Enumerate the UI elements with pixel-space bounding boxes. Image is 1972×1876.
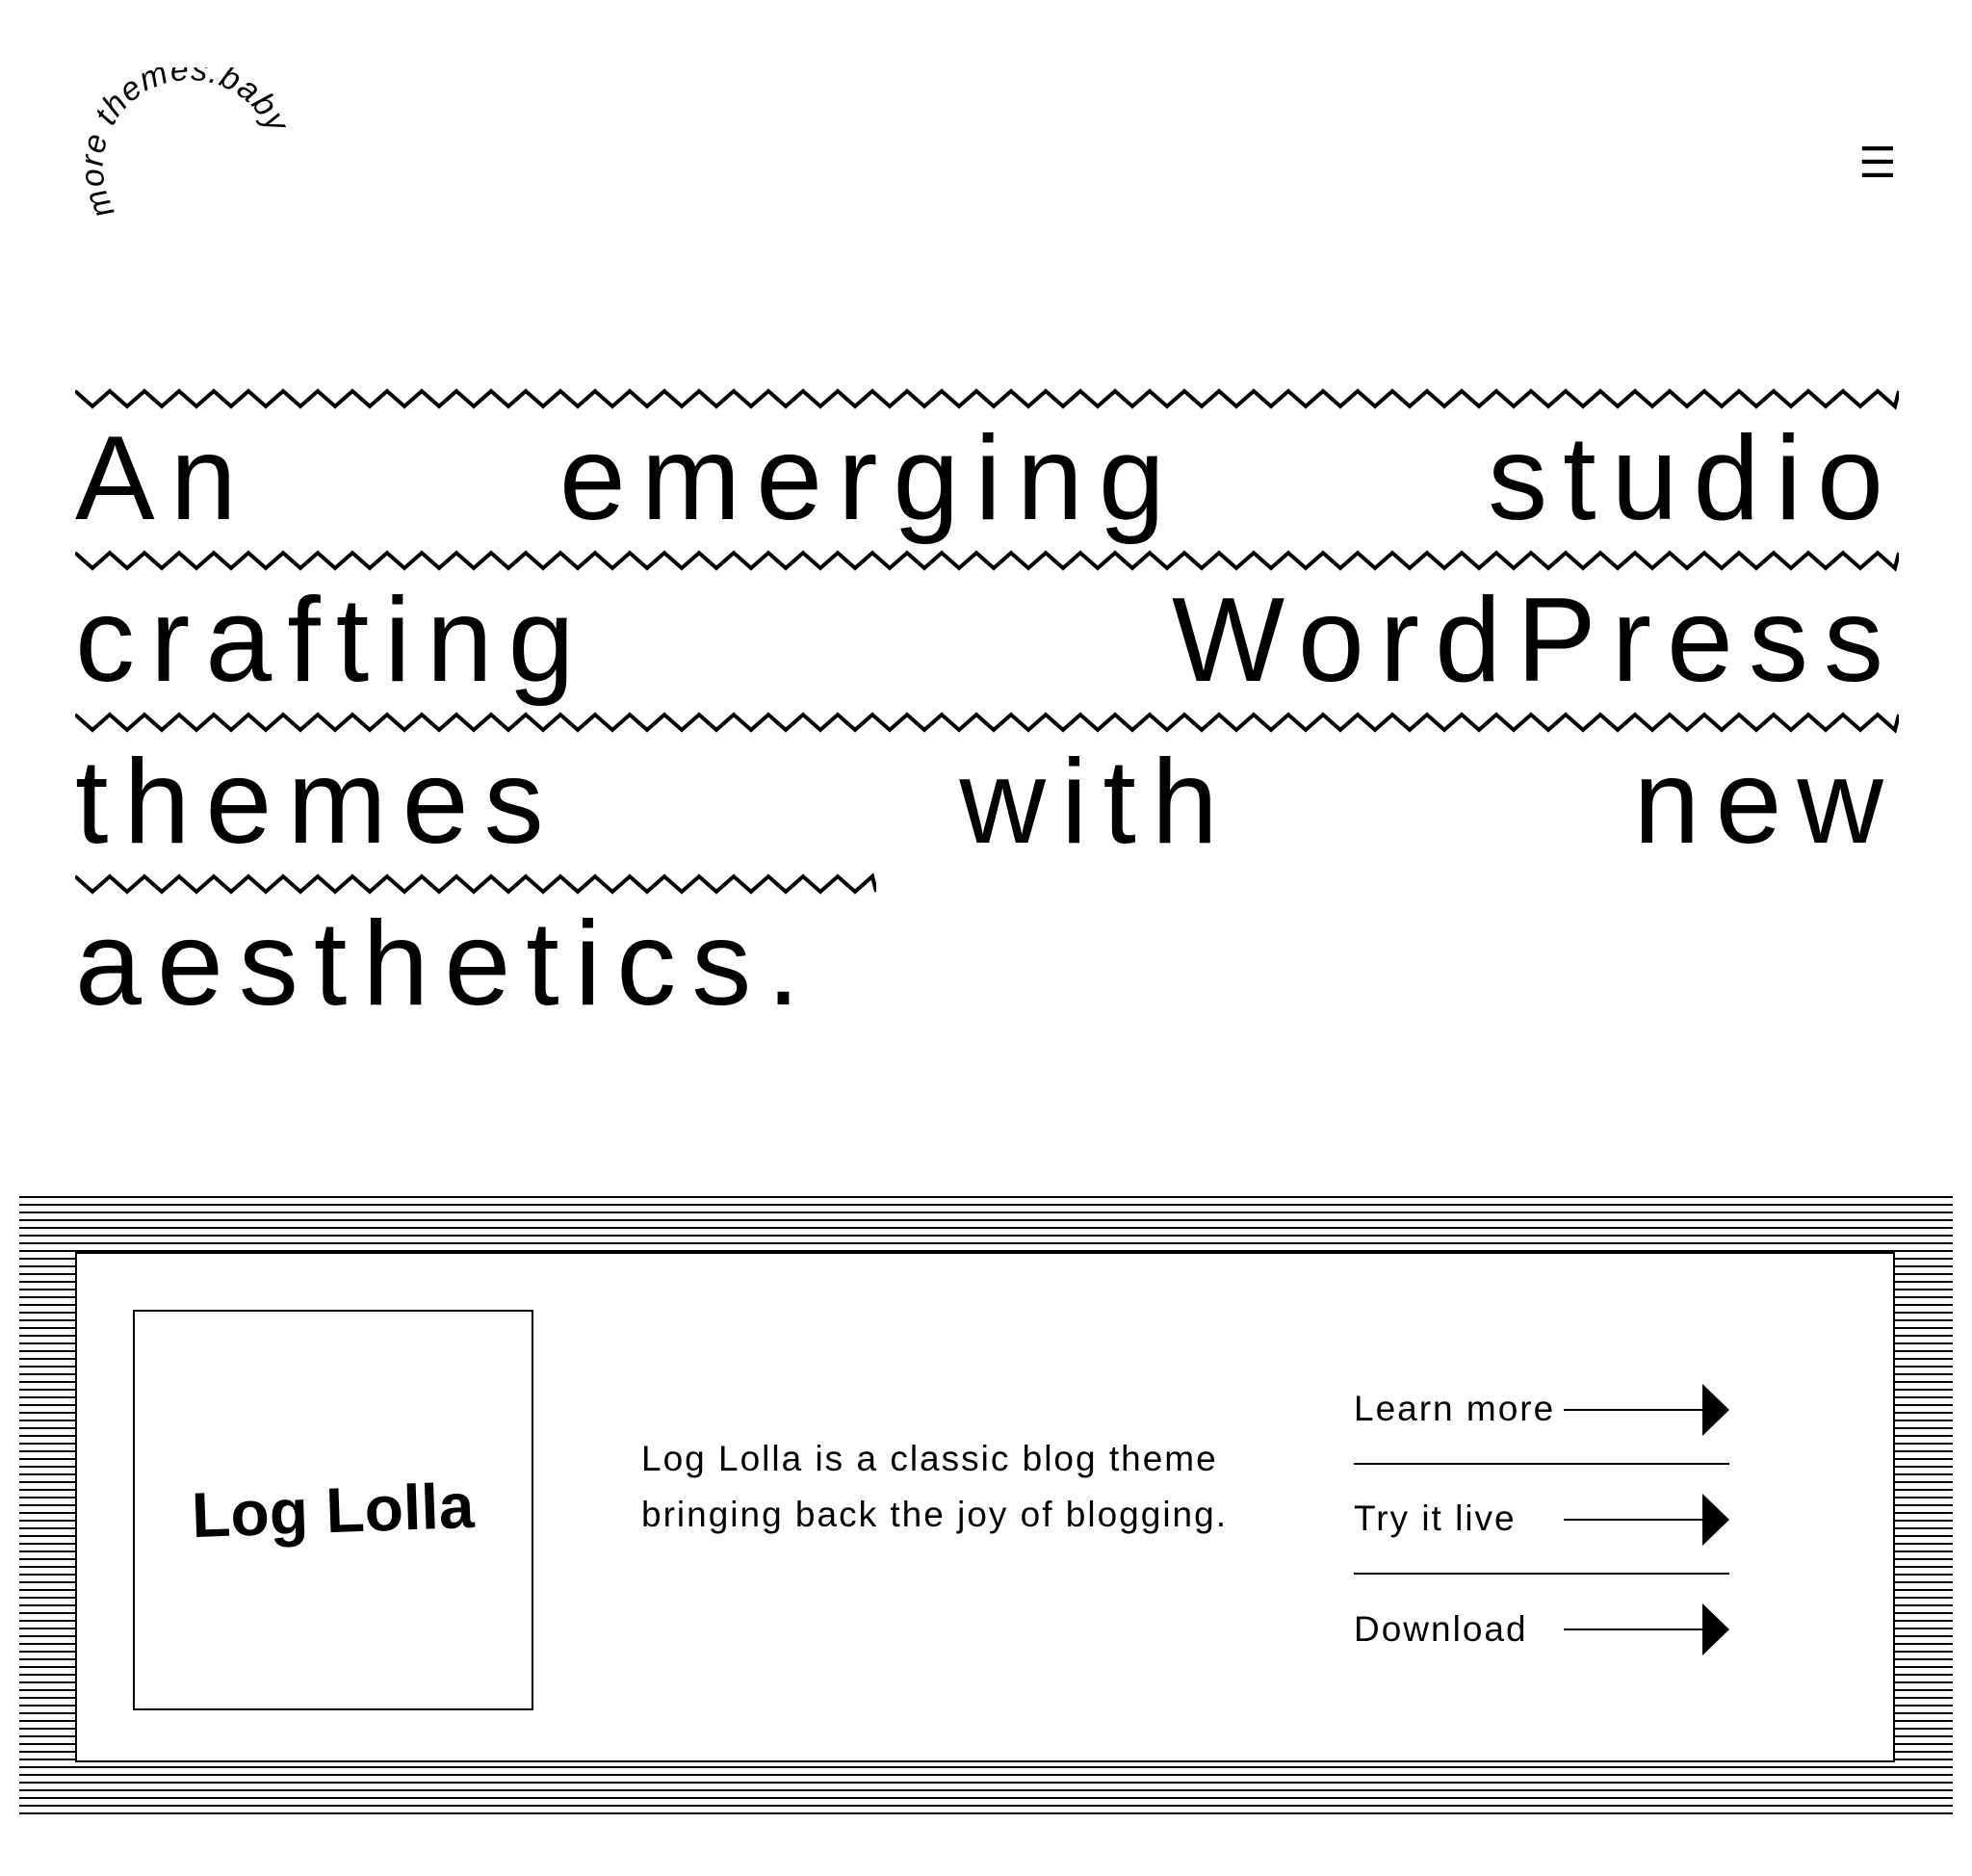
theme-thumbnail[interactable]: Log Lolla bbox=[133, 1310, 533, 1710]
hero-word: crafting bbox=[75, 574, 590, 707]
theme-card: Log Lolla Log Lolla is a classic blog th… bbox=[75, 1252, 1895, 1762]
hero-word: studio bbox=[1488, 412, 1899, 545]
logo-text: more themes.baby bbox=[73, 67, 296, 223]
hero-word: with bbox=[959, 736, 1233, 869]
hero-word: An bbox=[75, 412, 252, 545]
action-label: Learn more bbox=[1354, 1389, 1556, 1428]
arrow-right-icon bbox=[1564, 1384, 1729, 1436]
hero-word: aesthetics. bbox=[75, 898, 816, 1030]
try-it-live-link[interactable]: Try it live bbox=[1354, 1465, 1729, 1575]
action-label: Try it live bbox=[1354, 1498, 1517, 1538]
hamburger-menu-icon[interactable]: ☰ bbox=[1858, 143, 1897, 185]
hero-line-3: themes with new bbox=[75, 730, 1899, 874]
arrow-right-icon bbox=[1564, 1603, 1729, 1655]
arrow-right-icon bbox=[1564, 1494, 1729, 1546]
action-label: Download bbox=[1354, 1609, 1528, 1649]
hero-headline: An emerging studio crafting WordPress th… bbox=[75, 383, 1899, 1030]
hero-word: WordPress bbox=[1172, 574, 1899, 707]
theme-thumbnail-title: Log Lolla bbox=[191, 1469, 476, 1551]
site-logo[interactable]: more themes.baby bbox=[67, 67, 298, 279]
hero-word: themes bbox=[75, 736, 559, 869]
svg-text:more themes.baby: more themes.baby bbox=[73, 67, 297, 223]
hero-line-2: crafting WordPress bbox=[75, 568, 1899, 713]
hero-word: emerging bbox=[558, 412, 1181, 545]
theme-actions: Learn more Try it live Download bbox=[1354, 1355, 1729, 1684]
hero-word: new bbox=[1633, 736, 1899, 869]
theme-description: Log Lolla is a classic blog theme bringi… bbox=[641, 1439, 1228, 1534]
circular-logo-text: more themes.baby bbox=[73, 67, 297, 223]
download-link[interactable]: Download bbox=[1354, 1575, 1729, 1684]
learn-more-link[interactable]: Learn more bbox=[1354, 1355, 1729, 1465]
hero-line-1: An emerging studio bbox=[75, 406, 1899, 551]
hero-line-4: aesthetics. bbox=[75, 892, 1899, 1036]
